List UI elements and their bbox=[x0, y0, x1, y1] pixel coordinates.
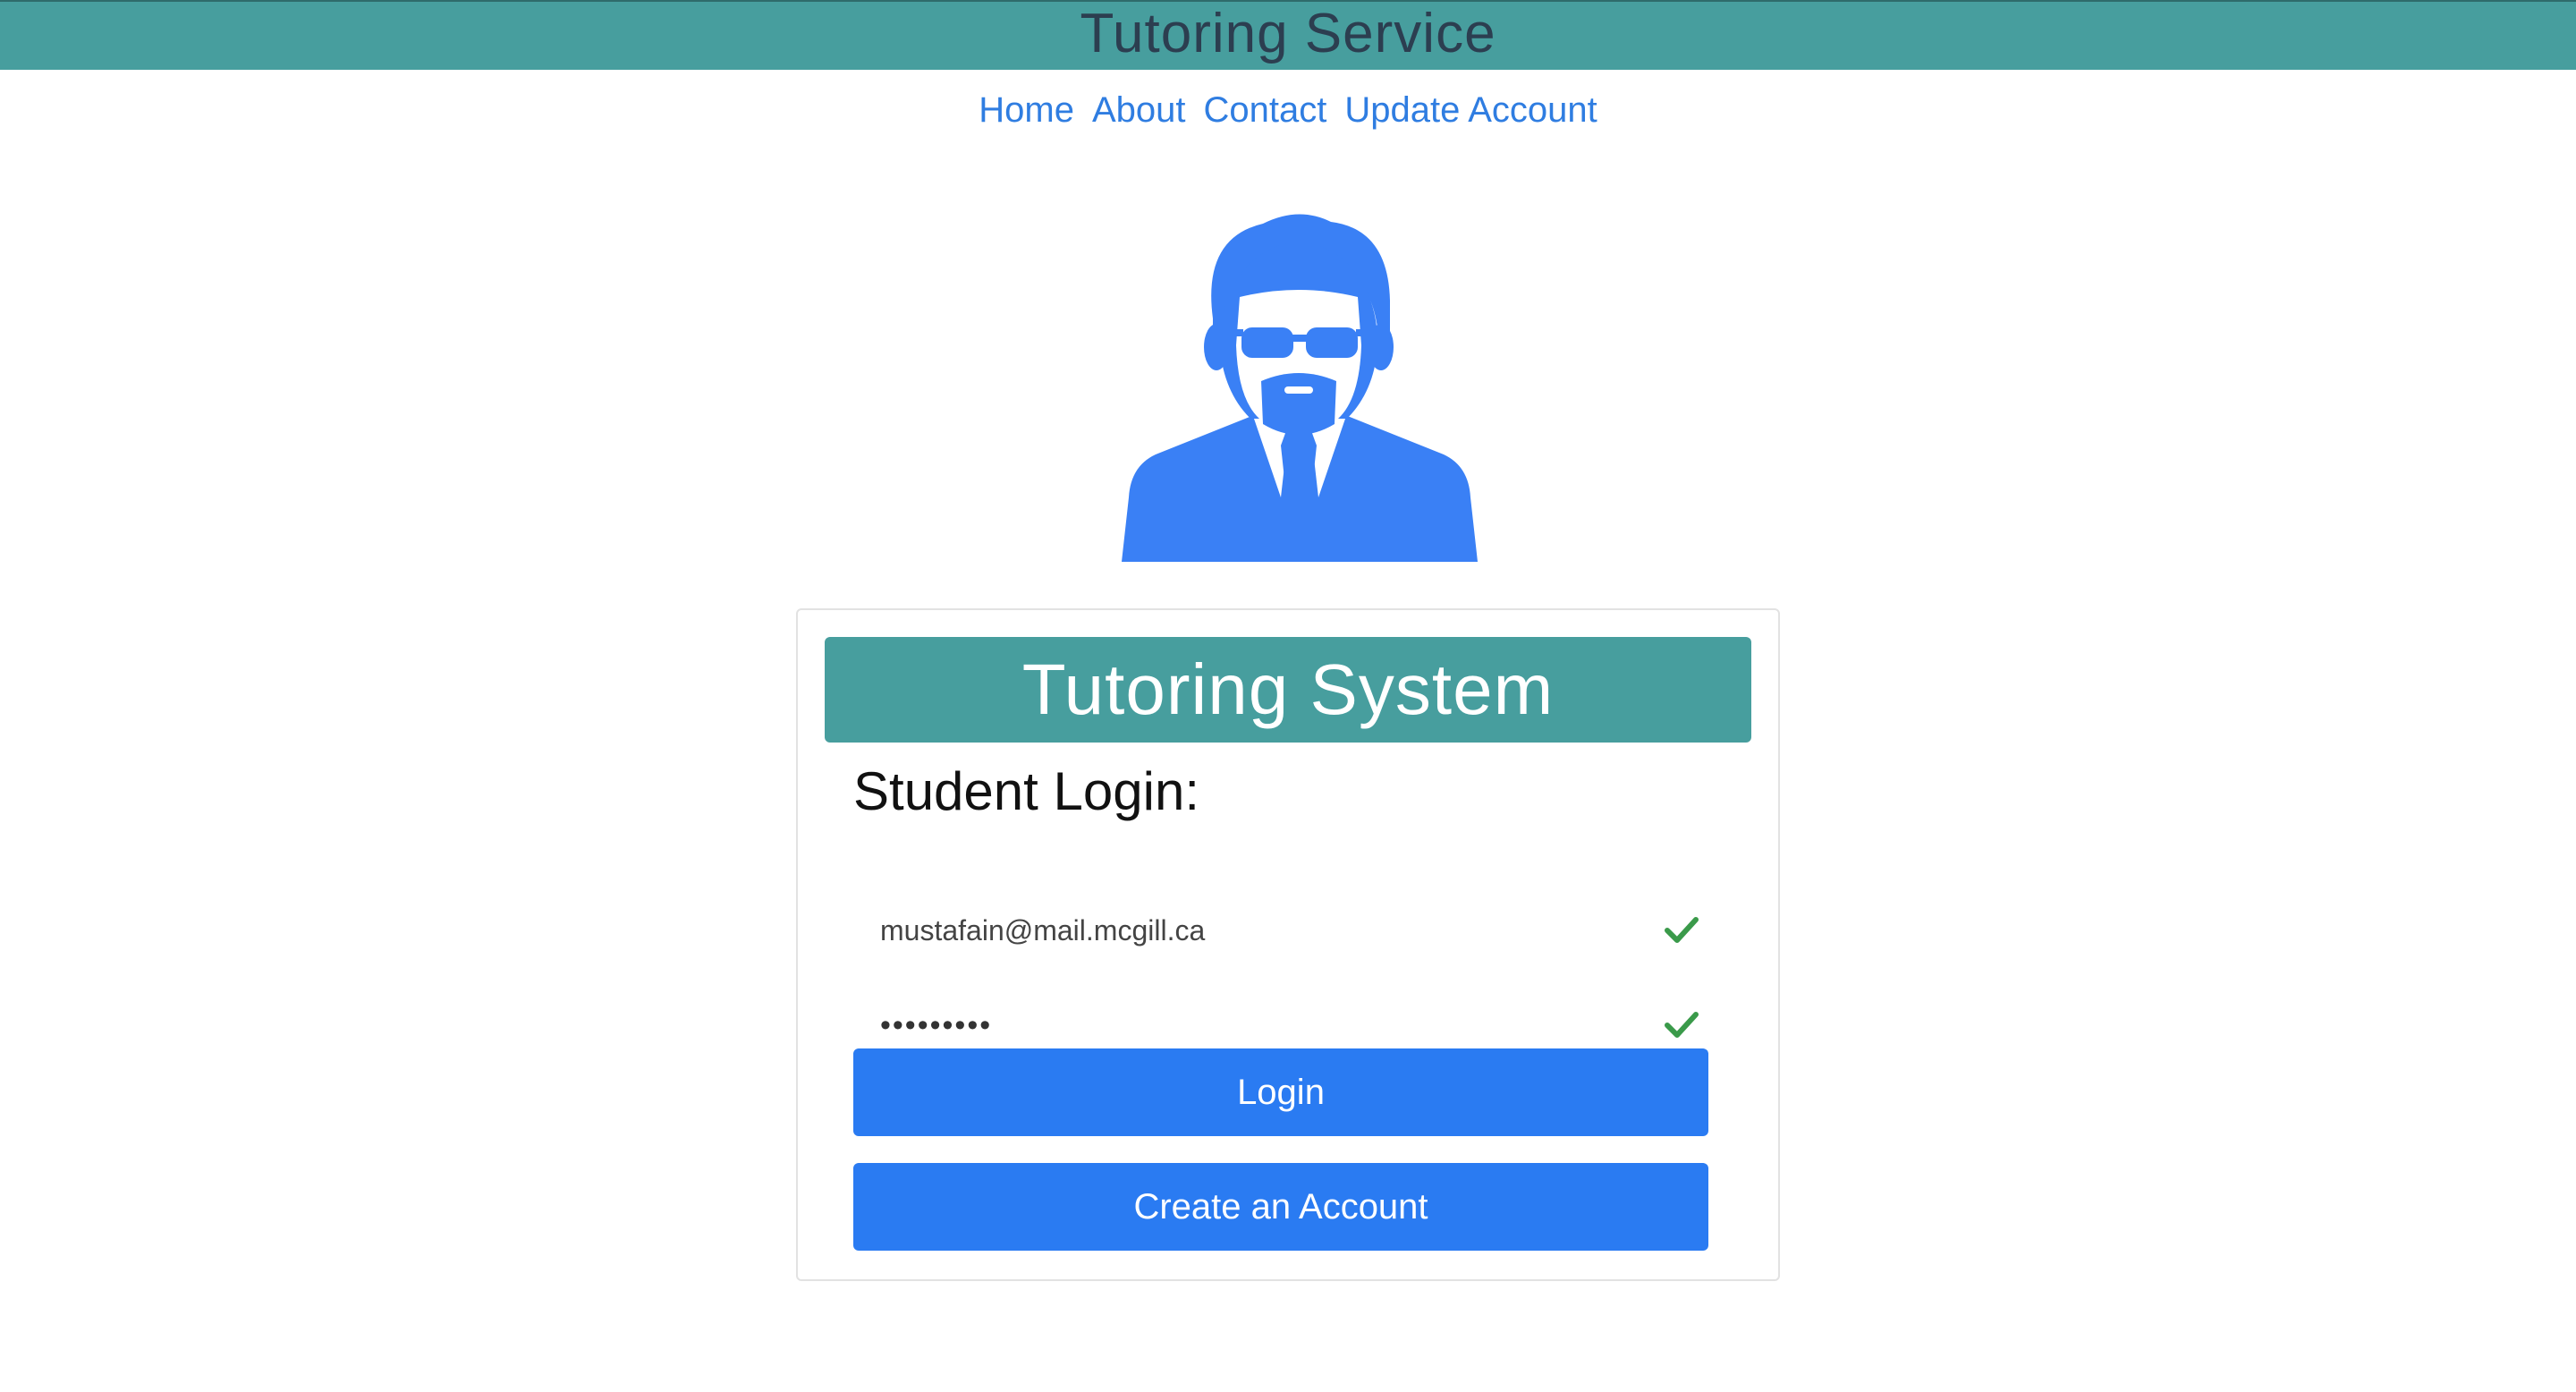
top-bar: Tutoring Service bbox=[0, 0, 2576, 70]
card-header: Tutoring System bbox=[825, 637, 1751, 743]
check-icon bbox=[1665, 917, 1699, 943]
email-field[interactable]: mustafain@mail.mcgill.ca bbox=[853, 893, 1708, 968]
site-title: Tutoring Service bbox=[1080, 3, 1496, 64]
email-value[interactable]: mustafain@mail.mcgill.ca bbox=[853, 914, 1662, 947]
create-account-button[interactable]: Create an Account bbox=[853, 1163, 1708, 1251]
nav-home-link[interactable]: Home bbox=[979, 88, 1074, 132]
card-title: Tutoring System bbox=[1021, 649, 1555, 729]
password-value[interactable]: ••••••••• bbox=[853, 1008, 1662, 1043]
check-icon bbox=[1665, 1012, 1699, 1038]
nav-update-account-link[interactable]: Update Account bbox=[1344, 88, 1597, 132]
nav-about-link[interactable]: About bbox=[1092, 88, 1186, 132]
login-button[interactable]: Login bbox=[853, 1048, 1708, 1136]
user-avatar-icon bbox=[1122, 214, 1478, 562]
student-login-label: Student Login: bbox=[853, 761, 1199, 821]
login-card: Tutoring System Student Login: mustafain… bbox=[796, 608, 1780, 1281]
main-nav: Home About Contact Update Account bbox=[0, 88, 2576, 132]
nav-contact-link[interactable]: Contact bbox=[1203, 88, 1326, 132]
